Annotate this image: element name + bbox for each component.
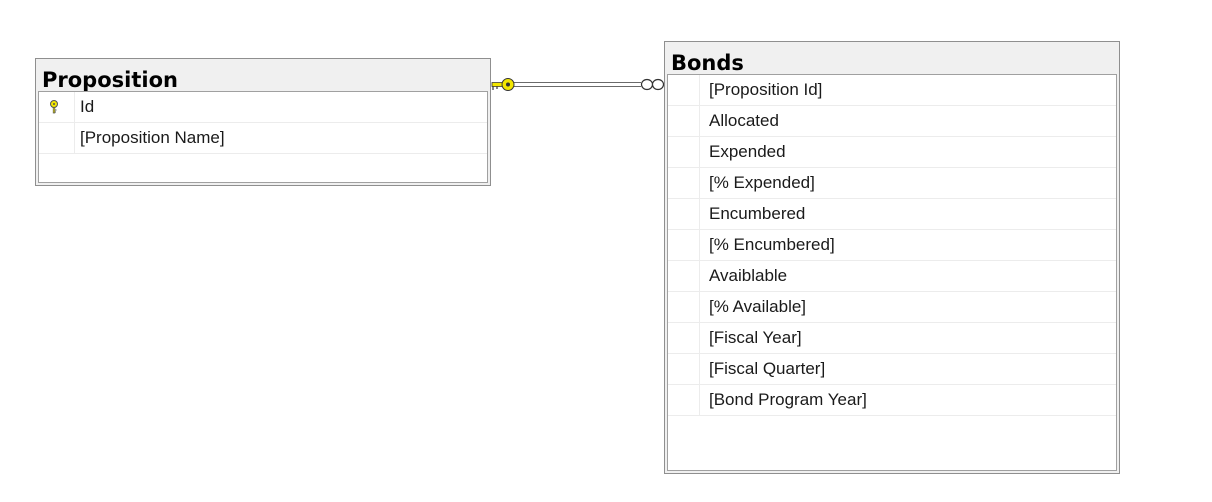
column-row[interactable]: [Proposition Id] — [668, 75, 1116, 106]
bonds-table[interactable]: Bonds [Proposition Id] Allocated Expende… — [664, 41, 1120, 474]
column-name: [% Available] — [709, 297, 807, 316]
row-selector[interactable] — [668, 292, 700, 322]
column-name: [Fiscal Year] — [709, 328, 802, 347]
column-grid: Id [Proposition Name] — [38, 91, 488, 183]
proposition-table[interactable]: Proposition Id [Proposition Name] — [35, 58, 491, 186]
column-name: [% Encumbered] — [709, 235, 835, 254]
row-selector[interactable] — [668, 137, 700, 167]
infinity-icon — [640, 78, 665, 91]
row-selector[interactable] — [668, 261, 700, 291]
column-row[interactable]: [% Available] — [668, 292, 1116, 323]
column-row[interactable]: Allocated — [668, 106, 1116, 137]
column-row[interactable]: Id — [39, 92, 487, 123]
column-row[interactable]: [Proposition Name] — [39, 123, 487, 154]
row-selector[interactable] — [668, 354, 700, 384]
column-name: Encumbered — [709, 204, 806, 223]
column-row[interactable]: [Fiscal Quarter] — [668, 354, 1116, 385]
column-row[interactable]: [% Expended] — [668, 168, 1116, 199]
column-name: [Bond Program Year] — [709, 390, 867, 409]
column-name: [Proposition Name] — [80, 128, 225, 147]
column-row[interactable]: Encumbered — [668, 199, 1116, 230]
key-icon — [491, 78, 515, 91]
column-row[interactable]: Avaiblable — [668, 261, 1116, 292]
column-row[interactable]: Expended — [668, 137, 1116, 168]
column-name: Avaiblable — [709, 266, 788, 285]
primary-key-icon — [50, 100, 58, 114]
row-selector[interactable] — [668, 323, 700, 353]
row-selector[interactable] — [39, 92, 75, 122]
column-name: [Fiscal Quarter] — [709, 359, 826, 378]
column-row[interactable]: [Bond Program Year] — [668, 385, 1116, 416]
column-name: Expended — [709, 142, 786, 161]
column-grid: [Proposition Id] Allocated Expended [% E… — [667, 74, 1117, 471]
column-name: [% Expended] — [709, 173, 815, 192]
row-selector[interactable] — [668, 199, 700, 229]
row-selector[interactable] — [668, 168, 700, 198]
row-selector[interactable] — [39, 123, 75, 153]
row-selector[interactable] — [668, 106, 700, 136]
column-name: Id — [80, 97, 95, 116]
row-selector[interactable] — [668, 75, 700, 105]
column-row[interactable]: [% Encumbered] — [668, 230, 1116, 261]
column-name: Allocated — [709, 111, 779, 130]
column-row[interactable]: [Fiscal Year] — [668, 323, 1116, 354]
row-selector[interactable] — [668, 385, 700, 415]
column-name: [Proposition Id] — [709, 80, 823, 99]
row-selector[interactable] — [668, 230, 700, 260]
